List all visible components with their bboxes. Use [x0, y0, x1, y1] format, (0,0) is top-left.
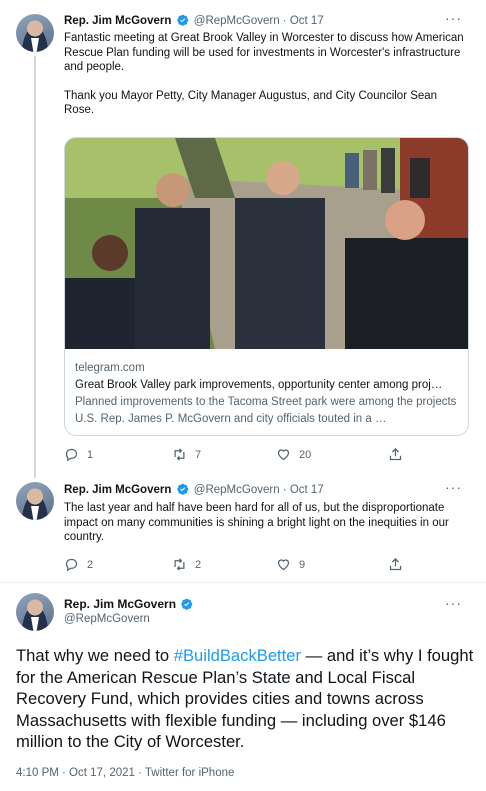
card-domain: telegram.com: [75, 362, 145, 374]
tweet-text: That why we need to #BuildBackBetter — a…: [16, 645, 476, 753]
tweet-date[interactable]: Oct 17: [290, 484, 324, 496]
heart-icon: [277, 449, 290, 461]
share-button[interactable]: [388, 557, 403, 572]
retweet-button[interactable]: 7: [172, 447, 201, 462]
heart-icon: [277, 559, 290, 571]
retweet-button[interactable]: 2: [172, 557, 201, 572]
thread-line: [34, 56, 36, 478]
author-name[interactable]: Rep. Jim McGovern: [64, 597, 176, 611]
tweet-header: Rep. Jim McGovern @RepMcGovern · Oct 17: [64, 483, 324, 497]
verified-badge-icon: [181, 598, 193, 610]
tweet-header: Rep. Jim McGovern @RepMcGovern · Oct 17: [64, 14, 324, 28]
hashtag-link[interactable]: #BuildBackBetter: [174, 646, 301, 665]
tweet-timestamp[interactable]: 4:10 PM · Oct 17, 2021 · Twitter for iPh…: [16, 767, 234, 779]
action-bar: 1 7 20: [64, 447, 424, 463]
reply-button[interactable]: 1: [64, 447, 93, 462]
avatar[interactable]: [16, 482, 54, 520]
share-icon: [389, 557, 402, 571]
card-meta: telegram.com Great Brook Valley park imp…: [75, 360, 460, 428]
retweet-count: 7: [195, 448, 202, 461]
more-options-icon[interactable]: ···: [445, 10, 462, 26]
separator: ·: [282, 484, 287, 496]
tweet-text-paragraph: Thank you Mayor Petty, City Manager Augu…: [64, 89, 438, 117]
like-button[interactable]: 9: [276, 557, 305, 572]
reply-icon: [65, 448, 78, 462]
like-count: 20: [299, 448, 312, 461]
reply-count: 1: [87, 448, 94, 461]
retweet-icon: [174, 558, 185, 571]
reply-count: 2: [87, 558, 94, 571]
tweet-text: Fantastic meeting at Great Brook Valley …: [64, 31, 464, 118]
card-description: Planned improvements to the Tacoma Stree…: [75, 396, 457, 425]
author-handle[interactable]: @RepMcGovern: [194, 484, 280, 496]
share-button[interactable]: [388, 447, 403, 462]
tweet-text: The last year and half have been hard fo…: [64, 502, 449, 543]
author-handle[interactable]: @RepMcGovern: [194, 15, 280, 27]
reply-button[interactable]: 2: [64, 557, 93, 572]
separator: ·: [282, 15, 287, 27]
more-options-icon[interactable]: ···: [445, 595, 462, 611]
tweet-date[interactable]: Oct 17: [290, 15, 324, 27]
more-options-icon[interactable]: ···: [445, 479, 462, 495]
verified-badge-icon: [176, 14, 188, 26]
link-card[interactable]: telegram.com Great Brook Valley park imp…: [64, 137, 469, 436]
author-name[interactable]: Rep. Jim McGovern: [64, 484, 171, 496]
author-name-row: Rep. Jim McGovern: [64, 597, 195, 611]
avatar[interactable]: [16, 593, 54, 631]
author-handle[interactable]: @RepMcGovern: [64, 612, 150, 626]
retweet-icon: [174, 448, 185, 461]
reply-icon: [65, 558, 78, 572]
card-title: Great Brook Valley park improvements, op…: [75, 379, 443, 391]
verified-badge-icon: [176, 483, 188, 495]
like-button[interactable]: 20: [276, 447, 311, 462]
author-name[interactable]: Rep. Jim McGovern: [64, 15, 171, 27]
card-photo: [65, 138, 468, 349]
tweet-text-segment: That why we need to: [16, 646, 174, 665]
action-bar: 2 2 9: [64, 557, 424, 573]
retweet-count: 2: [195, 558, 202, 571]
like-count: 9: [299, 558, 306, 571]
tweet-text-paragraph: Fantastic meeting at Great Brook Valley …: [64, 32, 464, 73]
avatar[interactable]: [16, 14, 54, 52]
share-icon: [389, 447, 402, 461]
divider: [0, 582, 486, 583]
